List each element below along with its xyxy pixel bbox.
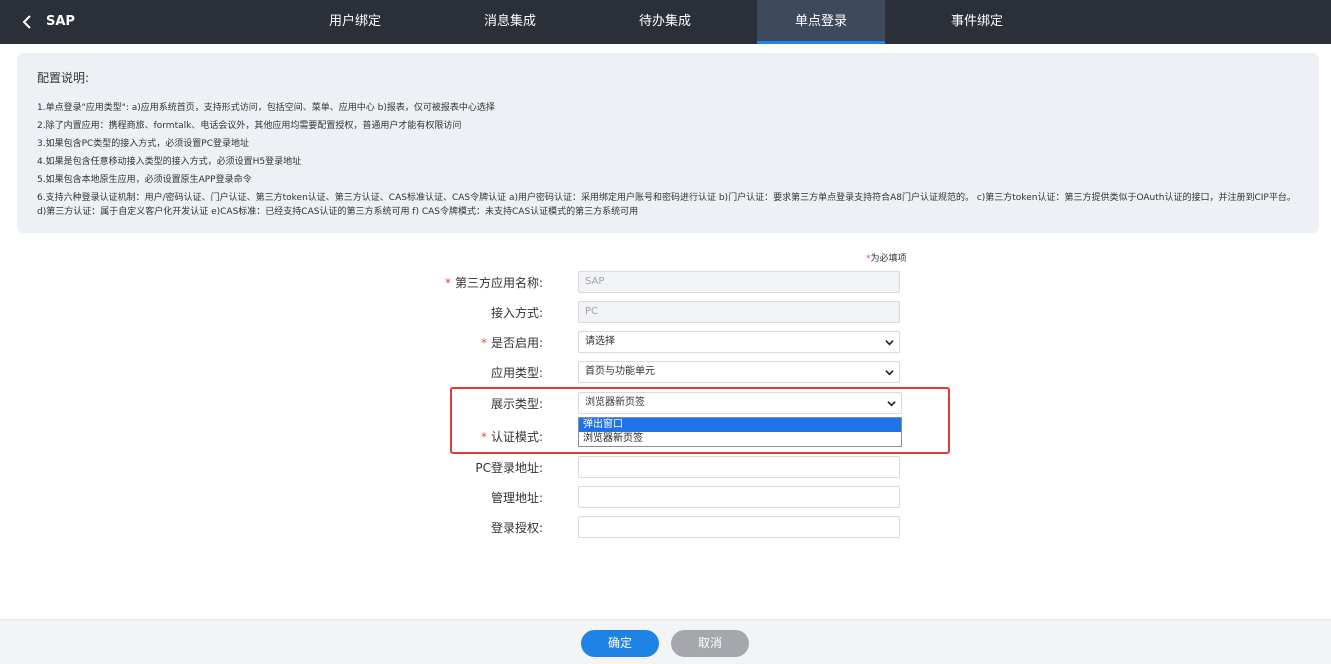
- app-title: SAP: [46, 14, 75, 29]
- tab-event-binding[interactable]: 事件绑定: [913, 0, 1041, 44]
- app-type-label: 应用类型:: [490, 366, 543, 380]
- enabled-select[interactable]: 请选择: [578, 331, 900, 353]
- login-auth-label: 登录授权:: [490, 521, 543, 535]
- access-mode-field: PC: [578, 301, 900, 323]
- access-mode-label: 接入方式:: [490, 306, 543, 320]
- pc-login-url-label: PC登录地址:: [475, 461, 543, 475]
- option-popup-window[interactable]: 弹出窗口: [579, 418, 901, 432]
- display-type-select-value: 浏览器新页签: [585, 397, 645, 408]
- enabled-label-text: 是否启用:: [490, 336, 543, 350]
- chevron-down-icon: [885, 370, 894, 376]
- form-row-display-type: 展示类型: 浏览器新页签: [0, 392, 1331, 414]
- tab-user-binding[interactable]: 用户绑定: [291, 0, 419, 44]
- option-browser-new-tab[interactable]: 浏览器新页签: [579, 432, 901, 446]
- note-line: 3.如果包含PC类型的接入方式，必须设置PC登录地址: [37, 139, 250, 149]
- form-row-admin-url: 管理地址:: [0, 486, 1331, 508]
- note-line: 1.单点登录"应用类型": a)应用系统首页，支持形式访问，包括空间、菜单、应用…: [37, 103, 495, 113]
- app-name-label-text: 第三方应用名称:: [454, 276, 543, 290]
- cancel-button[interactable]: 取消: [671, 630, 749, 657]
- config-notes-panel: 配置说明: 1.单点登录"应用类型": a)应用系统首页，支持形式访问，包括空间…: [17, 53, 1319, 233]
- form-row-access-mode: 接入方式: PC: [0, 301, 1331, 323]
- form-row-login-auth: 登录授权:: [0, 516, 1331, 538]
- form-row-app-name: * 第三方应用名称: SAP: [0, 271, 1331, 293]
- tab-message-integration[interactable]: 消息集成: [446, 0, 574, 44]
- form-row-pc-login-url: PC登录地址:: [0, 456, 1331, 478]
- required-star: *: [480, 336, 487, 350]
- note-line: 5.如果包含本地原生应用，必须设置原生APP登录命令: [37, 175, 252, 185]
- confirm-button[interactable]: 确定: [581, 630, 659, 657]
- chevron-down-icon: [885, 340, 894, 346]
- notes-title: 配置说明:: [37, 71, 90, 85]
- auth-mode-label-text: 认证模式:: [490, 430, 543, 444]
- form-row-app-type: 应用类型: 首页与功能单元: [0, 361, 1331, 383]
- note-line: 6.支持六种登录认证机制：用户/密码认证、门户认证、第三方token认证、第三方…: [37, 193, 1296, 217]
- required-star: *: [444, 276, 451, 290]
- app-type-select-value: 首页与功能单元: [585, 366, 655, 377]
- required-hint-text: 为必填项: [870, 254, 907, 264]
- app-type-select[interactable]: 首页与功能单元: [578, 361, 900, 383]
- required-star: *: [480, 430, 487, 444]
- display-type-label: 展示类型:: [490, 397, 543, 411]
- top-nav-bar: SAP 用户绑定 消息集成 待办集成 单点登录 事件绑定: [0, 0, 1331, 44]
- display-type-dropdown-list: 弹出窗口 浏览器新页签: [578, 417, 902, 447]
- note-line: 4.如果是包含任意移动接入类型的接入方式，必须设置H5登录地址: [37, 157, 302, 167]
- tab-sso[interactable]: 单点登录: [757, 0, 885, 44]
- back-arrow-icon[interactable]: [18, 12, 38, 32]
- form-row-enabled: * 是否启用: 请选择: [0, 331, 1331, 353]
- pc-login-url-input[interactable]: [578, 456, 900, 478]
- admin-url-label: 管理地址:: [490, 491, 543, 505]
- footer-bar: 确定 取消: [0, 619, 1331, 664]
- required-hint: *为必填项: [866, 251, 907, 264]
- note-line: 2.除了内置应用：携程商旅、formtalk、电话会议外，其他应用均需要配置授权…: [37, 121, 462, 131]
- enabled-label: * 是否启用:: [481, 334, 543, 351]
- app-name-label: * 第三方应用名称:: [445, 274, 543, 291]
- app-name-field: SAP: [578, 271, 900, 293]
- app-root: SAP 用户绑定 消息集成 待办集成 单点登录 事件绑定 配置说明: 1.单点登…: [0, 0, 1331, 664]
- display-type-select[interactable]: 浏览器新页签: [578, 392, 902, 414]
- login-auth-input[interactable]: [578, 516, 900, 538]
- tab-todo-integration[interactable]: 待办集成: [601, 0, 729, 44]
- auth-mode-label: * 认证模式:: [481, 428, 543, 445]
- admin-url-input[interactable]: [578, 486, 900, 508]
- enabled-select-value: 请选择: [585, 336, 615, 347]
- chevron-down-icon: [887, 401, 896, 407]
